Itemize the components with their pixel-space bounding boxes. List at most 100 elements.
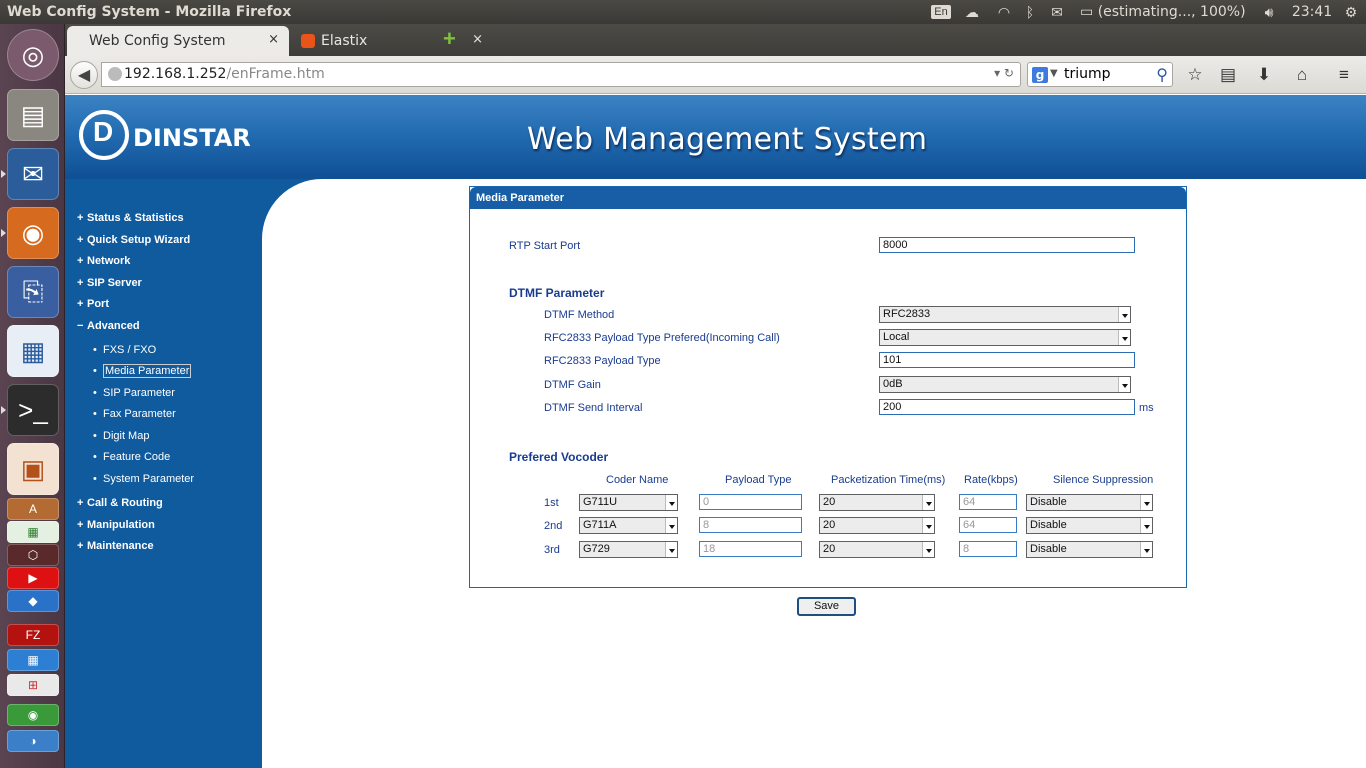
- remote-desktop-icon[interactable]: ⎘: [7, 266, 59, 318]
- keyboard-indicator[interactable]: En: [930, 0, 952, 24]
- sidebar-item-call-routing[interactable]: + Call & Routing: [77, 497, 163, 509]
- sidebar-item-maintenance[interactable]: + Maintenance: [77, 540, 154, 552]
- packetization-time-select[interactable]: 20: [819, 494, 935, 511]
- thunderbird-icon[interactable]: ✉: [7, 148, 59, 200]
- col-coder-name: Coder Name: [606, 474, 669, 486]
- close-icon[interactable]: ×: [472, 32, 483, 47]
- close-icon[interactable]: ×: [268, 32, 279, 47]
- app-icon[interactable]: ⊞: [7, 674, 59, 696]
- bluetooth-icon[interactable]: ᛒ: [1022, 0, 1038, 24]
- app-icon[interactable]: ◆: [7, 590, 59, 612]
- header-banner: DINSTAR Web Management System: [65, 95, 1366, 179]
- dash-icon[interactable]: ◎: [7, 29, 59, 81]
- media-parameter-panel: Media Parameter RTP Start Port DTMF Para…: [469, 186, 1187, 588]
- chevron-down-icon[interactable]: ▼: [1050, 68, 1058, 79]
- dtmf-send-interval-label: DTMF Send Interval: [544, 402, 643, 414]
- filezilla-icon[interactable]: FZ: [7, 624, 59, 646]
- sidebar-item-sip-server[interactable]: + SIP Server: [77, 277, 142, 289]
- files-icon[interactable]: ▤: [7, 89, 59, 141]
- window-title: Web Config System - Mozilla Firefox: [7, 4, 292, 20]
- gear-icon[interactable]: ⚙: [1340, 0, 1362, 24]
- app-icon[interactable]: ◉: [7, 704, 59, 726]
- software-center-icon[interactable]: A: [7, 498, 59, 520]
- search-input[interactable]: [1064, 66, 1148, 82]
- rtp-start-port-input[interactable]: [879, 237, 1135, 253]
- rate-input[interactable]: [959, 541, 1017, 557]
- payload-type-input[interactable]: [699, 541, 802, 557]
- back-button[interactable]: ◀: [70, 61, 98, 89]
- firefox-icon[interactable]: ◉: [7, 207, 59, 259]
- bookmarks-icon[interactable]: ▤: [1217, 64, 1239, 86]
- logo-text: DINSTAR: [133, 124, 251, 152]
- tab-label: Elastix: [321, 33, 368, 49]
- coder-name-select[interactable]: G711A: [579, 517, 678, 534]
- elastix-favicon-icon: [301, 34, 315, 48]
- chevron-down-icon: [1118, 377, 1130, 392]
- sidebar-subitem-sip-parameter[interactable]: • SIP Parameter: [93, 387, 175, 399]
- mail-icon[interactable]: ✉: [1046, 0, 1068, 24]
- writer-icon[interactable]: ▦: [7, 325, 59, 377]
- rate-input[interactable]: [959, 494, 1017, 510]
- search-icon[interactable]: ⚲: [1156, 65, 1168, 84]
- dtmf-gain-select[interactable]: 0dB: [879, 376, 1131, 393]
- impress-icon[interactable]: ▣: [7, 443, 59, 495]
- silence-suppression-select[interactable]: Disable: [1026, 517, 1153, 534]
- sidebar-item-network[interactable]: + Network: [77, 255, 130, 267]
- cloud-icon[interactable]: ☁: [960, 0, 984, 24]
- search-bar[interactable]: g ▼ ⚲: [1027, 62, 1173, 87]
- dtmf-method-select[interactable]: RFC2833: [879, 306, 1131, 323]
- sidebar-subitem-feature-code[interactable]: • Feature Code: [93, 451, 170, 463]
- sidebar-item-manipulation[interactable]: + Manipulation: [77, 519, 155, 531]
- panel-title: Media Parameter: [470, 187, 1186, 209]
- tab-label: Web Config System: [89, 33, 226, 49]
- clock[interactable]: 23:41: [1288, 0, 1336, 24]
- tab-web-config[interactable]: Web Config System ×: [67, 26, 289, 56]
- battery-icon: ▭: [1080, 4, 1094, 20]
- chevron-down-icon: [922, 495, 934, 510]
- save-button[interactable]: Save: [797, 597, 856, 616]
- payload-type-input[interactable]: [699, 494, 802, 510]
- sidebar-subitem-digit-map[interactable]: • Digit Map: [93, 430, 149, 442]
- logo-icon: [79, 110, 129, 160]
- terminal-icon[interactable]: >_: [7, 384, 59, 436]
- packetization-time-select[interactable]: 20: [819, 541, 935, 558]
- sidebar-subitem-fax-parameter[interactable]: • Fax Parameter: [93, 408, 176, 420]
- silence-suppression-select[interactable]: Disable: [1026, 541, 1153, 558]
- sidebar-item-status[interactable]: + Status & Statistics: [77, 212, 184, 224]
- menu-icon[interactable]: ≡: [1333, 64, 1355, 86]
- url-bar[interactable]: 192.168.1.252/enFrame.htm ▾ ↻: [101, 62, 1021, 87]
- dtmf-method-label: DTMF Method: [544, 309, 615, 321]
- calc-icon[interactable]: ▦: [7, 521, 59, 543]
- rfc2833-payload-input[interactable]: [879, 352, 1135, 368]
- packetization-time-select[interactable]: 20: [819, 517, 935, 534]
- download-icon[interactable]: ⬇: [1253, 64, 1275, 86]
- new-tab-button[interactable]: +: [443, 28, 456, 50]
- tab-elastix[interactable]: Elastix ×: [293, 26, 493, 56]
- sidebar-item-advanced[interactable]: − Advanced: [77, 320, 140, 332]
- dtmf-send-interval-input[interactable]: [879, 399, 1135, 415]
- website-copier-icon[interactable]: ⬡: [7, 544, 59, 566]
- google-icon[interactable]: g: [1032, 67, 1048, 83]
- silence-suppression-select[interactable]: Disable: [1026, 494, 1153, 511]
- sidebar-item-port[interactable]: + Port: [77, 298, 109, 310]
- wifi-icon[interactable]: ◠: [992, 0, 1016, 24]
- app-icon[interactable]: ◑: [7, 730, 59, 752]
- battery-indicator[interactable]: ▭ (estimating..., 100%): [1080, 0, 1252, 24]
- youtube-icon[interactable]: ▶: [7, 567, 59, 589]
- payload-type-input[interactable]: [699, 517, 802, 533]
- sidebar-subitem-system-parameter[interactable]: • System Parameter: [93, 473, 194, 485]
- sidebar-subitem-fxs-fxo[interactable]: • FXS / FXO: [93, 344, 156, 356]
- page-title: Web Management System: [527, 122, 928, 157]
- star-icon[interactable]: ☆: [1184, 64, 1206, 86]
- volume-icon[interactable]: 🔊︎: [1258, 0, 1280, 24]
- reload-icon[interactable]: ▾ ↻: [994, 66, 1014, 80]
- rfc2833-payload-pref-select[interactable]: Local: [879, 329, 1131, 346]
- sidebar-item-quick-setup[interactable]: + Quick Setup Wizard: [77, 234, 190, 246]
- chevron-down-icon: [922, 518, 934, 533]
- rate-input[interactable]: [959, 517, 1017, 533]
- home-icon[interactable]: ⌂: [1291, 64, 1313, 86]
- coder-name-select[interactable]: G729: [579, 541, 678, 558]
- coder-name-select[interactable]: G711U: [579, 494, 678, 511]
- sidebar-subitem-media-parameter[interactable]: • Media Parameter: [93, 364, 192, 378]
- app-icon[interactable]: ▦: [7, 649, 59, 671]
